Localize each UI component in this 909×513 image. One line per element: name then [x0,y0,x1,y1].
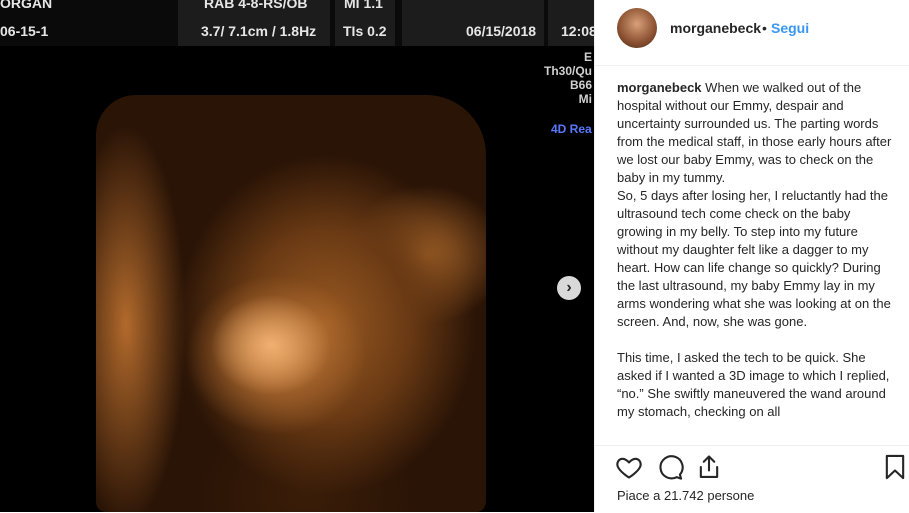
post-username[interactable]: morganebeck [670,20,761,36]
comment-icon[interactable] [656,453,684,481]
ultrasound-mi: MI 1.1 [344,0,383,11]
ultrasound-side-info: E Th30/Qu B66 Mi [544,50,592,106]
share-icon[interactable] [695,453,723,481]
caption-username[interactable]: morganebeck [617,80,702,95]
ultrasound-patient-id: 06-15-1 [0,23,49,39]
ultrasound-mode: 4D Rea [551,122,592,136]
ultrasound-side-line: Th30/Qu [543,64,592,78]
post-image[interactable]: ORGAN RAB 4-8-RS/OB MI 1.1 06-15-1 3.7/ … [0,0,594,512]
ultrasound-3d-render [96,95,486,512]
ultrasound-params: 3.7/ 7.1cm / 1.8Hz [201,23,317,39]
ultrasound-header: ORGAN RAB 4-8-RS/OB MI 1.1 06-15-1 3.7/ … [0,0,594,46]
likes-count[interactable]: Piace a 21.742 persone [617,488,754,503]
chevron-right-icon: › [566,279,572,296]
post-header: morganebeck • Segui [595,0,909,66]
ultrasound-probe: RAB 4-8-RS/OB [204,0,308,11]
ultrasound-tis: TIs 0.2 [343,23,387,39]
ultrasound-side-line: Mi [578,92,592,106]
post-caption: morganebeck When we walked out of the ho… [617,79,892,442]
separator-dot: • [762,20,767,36]
caption-paragraph: So, 5 days after losing her, I reluctant… [617,188,891,329]
follow-button[interactable]: Segui [771,20,809,36]
ultrasound-side-line: B66 [569,78,592,92]
ultrasound-time: 12:08 [561,23,594,39]
caption-paragraph: morganebeck When we walked out of the ho… [617,79,892,187]
next-image-button[interactable]: › [557,276,581,300]
bookmark-icon[interactable] [881,453,909,481]
caption-text: When we walked out of the hospital witho… [617,80,892,185]
heart-icon[interactable] [615,453,643,481]
ultrasound-patient-name: ORGAN [0,0,53,11]
caption-paragraph: This time, I asked the tech to be quick.… [617,350,890,419]
post-panel: morganebeck • Segui morganebeck When we … [594,0,909,512]
ultrasound-side-line: E [583,50,592,64]
ultrasound-date: 06/15/2018 [466,23,537,39]
post-actions: Piace a 21.742 persone [595,445,909,513]
avatar[interactable] [617,8,657,48]
